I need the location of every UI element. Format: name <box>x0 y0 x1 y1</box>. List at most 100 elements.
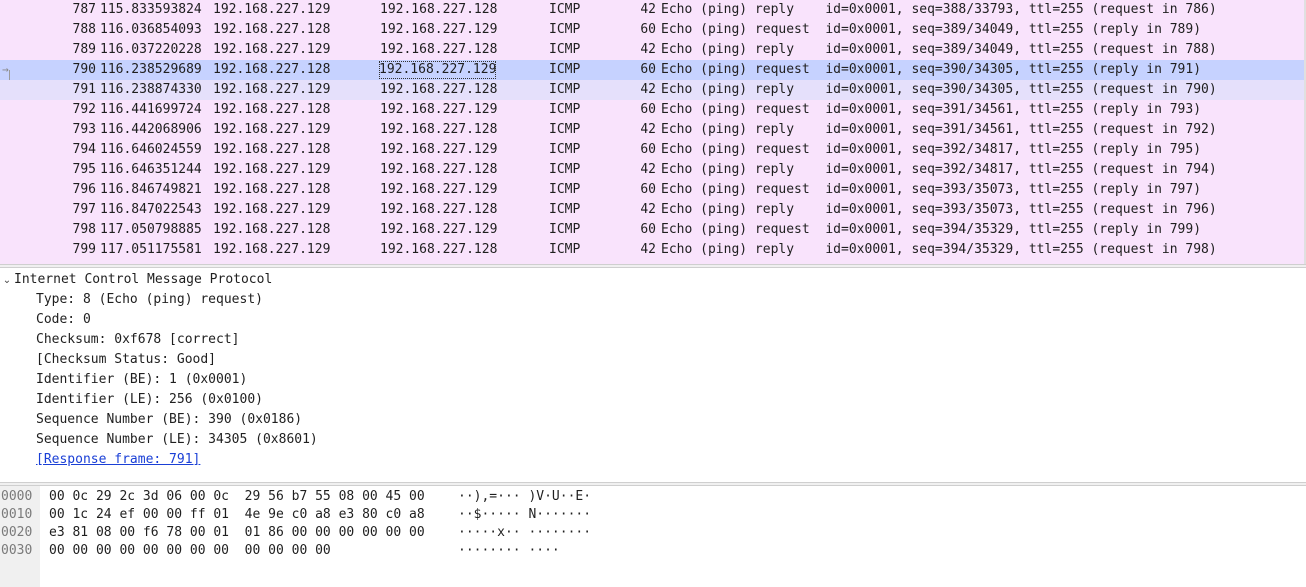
packet-length: 42 <box>640 162 656 177</box>
icmp-field[interactable]: Checksum: 0xf678 [correct] <box>36 330 240 350</box>
packet-time: 116.036854093 <box>100 22 202 37</box>
packet-row[interactable]: 793 116.442068906 192.168.227.129 192.168.2… <box>0 120 1306 140</box>
packet-length: 42 <box>640 202 656 217</box>
icmp-field[interactable]: Code: 0 <box>36 310 91 330</box>
packet-row[interactable]: 798 117.050798885 192.168.227.128 192.168.2… <box>0 220 1306 240</box>
packet-row[interactable]: 792 116.441699724 192.168.227.128 192.168.2… <box>0 100 1306 120</box>
packet-info: Echo (ping) reply id=0x0001, seq=394/353… <box>661 242 1217 257</box>
byte-ascii[interactable]: ··),=··· )V·U··E· <box>458 488 591 506</box>
packet-row[interactable]: 787 115.833593824 192.168.227.129 192.168.2… <box>0 0 1306 20</box>
packet-info: Echo (ping) request id=0x0001, seq=389/3… <box>661 22 1202 37</box>
packet-info: Echo (ping) reply id=0x0001, seq=391/345… <box>661 122 1217 137</box>
packet-length: 60 <box>640 22 656 37</box>
packet-protocol: ICMP <box>549 82 581 97</box>
packet-destination: 192.168.227.129 <box>380 222 498 237</box>
byte-hex[interactable]: 00 1c 24 ef 00 00 ff 01 4e 9e c0 a8 e3 8… <box>49 506 425 524</box>
packet-info: Echo (ping) request id=0x0001, seq=392/3… <box>661 142 1202 157</box>
icmp-field[interactable]: Identifier (LE): 256 (0x0100) <box>36 390 263 410</box>
byte-hex[interactable]: e3 81 08 00 f6 78 00 01 01 86 00 00 00 0… <box>49 524 425 542</box>
packet-row[interactable]: 795 116.646351244 192.168.227.129 192.168.2… <box>0 160 1306 180</box>
packet-info: Echo (ping) request id=0x0001, seq=393/3… <box>661 182 1202 197</box>
packet-length: 42 <box>640 242 656 257</box>
byte-ascii[interactable]: ·····x·· ········ <box>458 524 591 542</box>
related-packet-arrow-icon: → <box>2 63 9 76</box>
packet-bytes-pane[interactable]: 0000 00 0c 29 2c 3d 06 00 0c 29 56 b7 55 … <box>0 486 1306 587</box>
packet-protocol: ICMP <box>549 42 581 57</box>
packet-row[interactable]: 799 117.051175581 192.168.227.129 192.168.2… <box>0 240 1306 260</box>
packet-length: 60 <box>640 182 656 197</box>
icmp-field[interactable]: Sequence Number (LE): 34305 (0x8601) <box>36 430 318 450</box>
packet-source: 192.168.227.128 <box>213 222 331 237</box>
packet-number: 796 <box>72 182 96 197</box>
packet-protocol: ICMP <box>549 102 581 117</box>
packet-length: 60 <box>640 222 656 237</box>
byte-offset[interactable]: 0000 <box>1 488 32 506</box>
packet-row[interactable]: 797 116.847022543 192.168.227.129 192.168.2… <box>0 200 1306 220</box>
packet-protocol: ICMP <box>549 122 581 137</box>
packet-length: 42 <box>640 42 656 57</box>
packet-protocol: ICMP <box>549 242 581 257</box>
packet-protocol: ICMP <box>549 222 581 237</box>
packet-number: 792 <box>72 102 96 117</box>
packet-length: 60 <box>640 62 656 77</box>
packet-protocol: ICMP <box>549 22 581 37</box>
packet-row[interactable]: 790 116.238529689 192.168.227.128 192.168.2… <box>0 60 1306 90</box>
response-frame-link[interactable]: [Response frame: 791] <box>36 450 200 470</box>
packet-row[interactable]: 788 116.036854093 192.168.227.128 192.168.2… <box>0 20 1306 40</box>
packet-length: 42 <box>640 2 656 17</box>
packet-source: 192.168.227.129 <box>213 42 331 57</box>
packet-destination: 192.168.227.128 <box>380 122 498 137</box>
packet-list[interactable]: 787 115.833593824 192.168.227.129 192.168.2… <box>0 0 1306 264</box>
packet-details-pane[interactable]: ⌄ Internet Control Message Protocol Type:… <box>0 268 1306 482</box>
packet-info: Echo (ping) reply id=0x0001, seq=392/348… <box>661 162 1217 177</box>
packet-source: 192.168.227.128 <box>213 102 331 117</box>
packet-row[interactable]: 791 116.238874330 192.168.227.129 192.168.2… <box>0 80 1306 100</box>
icmp-field[interactable]: Type: 8 (Echo (ping) request) <box>36 290 263 310</box>
packet-time: 116.238529689 <box>100 62 202 77</box>
byte-hex[interactable]: 00 00 00 00 00 00 00 00 00 00 00 00 <box>49 542 331 560</box>
icmp-field[interactable]: Sequence Number (BE): 390 (0x0186) <box>36 410 302 430</box>
packet-time: 116.442068906 <box>100 122 202 137</box>
byte-ascii[interactable]: ········ ···· <box>458 542 560 560</box>
byte-hex[interactable]: 00 0c 29 2c 3d 06 00 0c 29 56 b7 55 08 0… <box>49 488 425 506</box>
packet-destination: 192.168.227.129 <box>380 102 498 117</box>
packet-row[interactable]: 796 116.846749821 192.168.227.128 192.168.2… <box>0 180 1306 200</box>
packet-source: 192.168.227.128 <box>213 142 331 157</box>
byte-offset[interactable]: 0010 <box>1 506 32 524</box>
packet-protocol: ICMP <box>549 182 581 197</box>
icmp-field[interactable]: [Checksum Status: Good] <box>36 350 216 370</box>
byte-offset[interactable]: 0030 <box>1 542 32 560</box>
packet-destination: 192.168.227.128 <box>380 162 498 177</box>
packet-time: 116.441699724 <box>100 102 202 117</box>
packet-length: 42 <box>640 82 656 97</box>
packet-number: 791 <box>72 82 96 97</box>
packet-number: 799 <box>72 242 96 257</box>
byte-ascii[interactable]: ··$····· N······· <box>458 506 591 524</box>
packet-destination: 192.168.227.129 <box>380 142 498 157</box>
icmp-header-label: Internet Control Message Protocol <box>14 272 273 287</box>
packet-info: Echo (ping) reply id=0x0001, seq=390/343… <box>661 82 1217 97</box>
packet-length: 60 <box>640 102 656 117</box>
packet-number: 790 <box>72 62 96 77</box>
byte-offset[interactable]: 0020 <box>1 524 32 542</box>
icmp-field[interactable]: Identifier (BE): 1 (0x0001) <box>36 370 247 390</box>
packet-time: 116.847022543 <box>100 202 202 217</box>
packet-number: 789 <box>72 42 96 57</box>
packet-length: 60 <box>640 142 656 157</box>
packet-info: Echo (ping) reply id=0x0001, seq=389/340… <box>661 42 1217 57</box>
packet-destination: 192.168.227.129 <box>378 60 497 80</box>
packet-info: Echo (ping) request id=0x0001, seq=390/3… <box>661 62 1202 77</box>
packet-source: 192.168.227.128 <box>213 182 331 197</box>
packet-destination: 192.168.227.129 <box>380 22 498 37</box>
packet-info: Echo (ping) reply id=0x0001, seq=388/337… <box>661 2 1217 17</box>
packet-protocol: ICMP <box>549 62 581 77</box>
packet-number: 793 <box>72 122 96 137</box>
chevron-down-icon[interactable]: ⌄ <box>0 271 14 291</box>
packet-row[interactable]: 789 116.037220228 192.168.227.129 192.168.2… <box>0 40 1306 60</box>
packet-info: Echo (ping) request id=0x0001, seq=391/3… <box>661 102 1202 117</box>
packet-time: 115.833593824 <box>100 2 202 17</box>
packet-row[interactable]: 794 116.646024559 192.168.227.128 192.168.2… <box>0 140 1306 160</box>
packet-number: 795 <box>72 162 96 177</box>
packet-source: 192.168.227.129 <box>213 122 331 137</box>
icmp-tree-header[interactable]: ⌄ Internet Control Message Protocol <box>0 270 272 290</box>
